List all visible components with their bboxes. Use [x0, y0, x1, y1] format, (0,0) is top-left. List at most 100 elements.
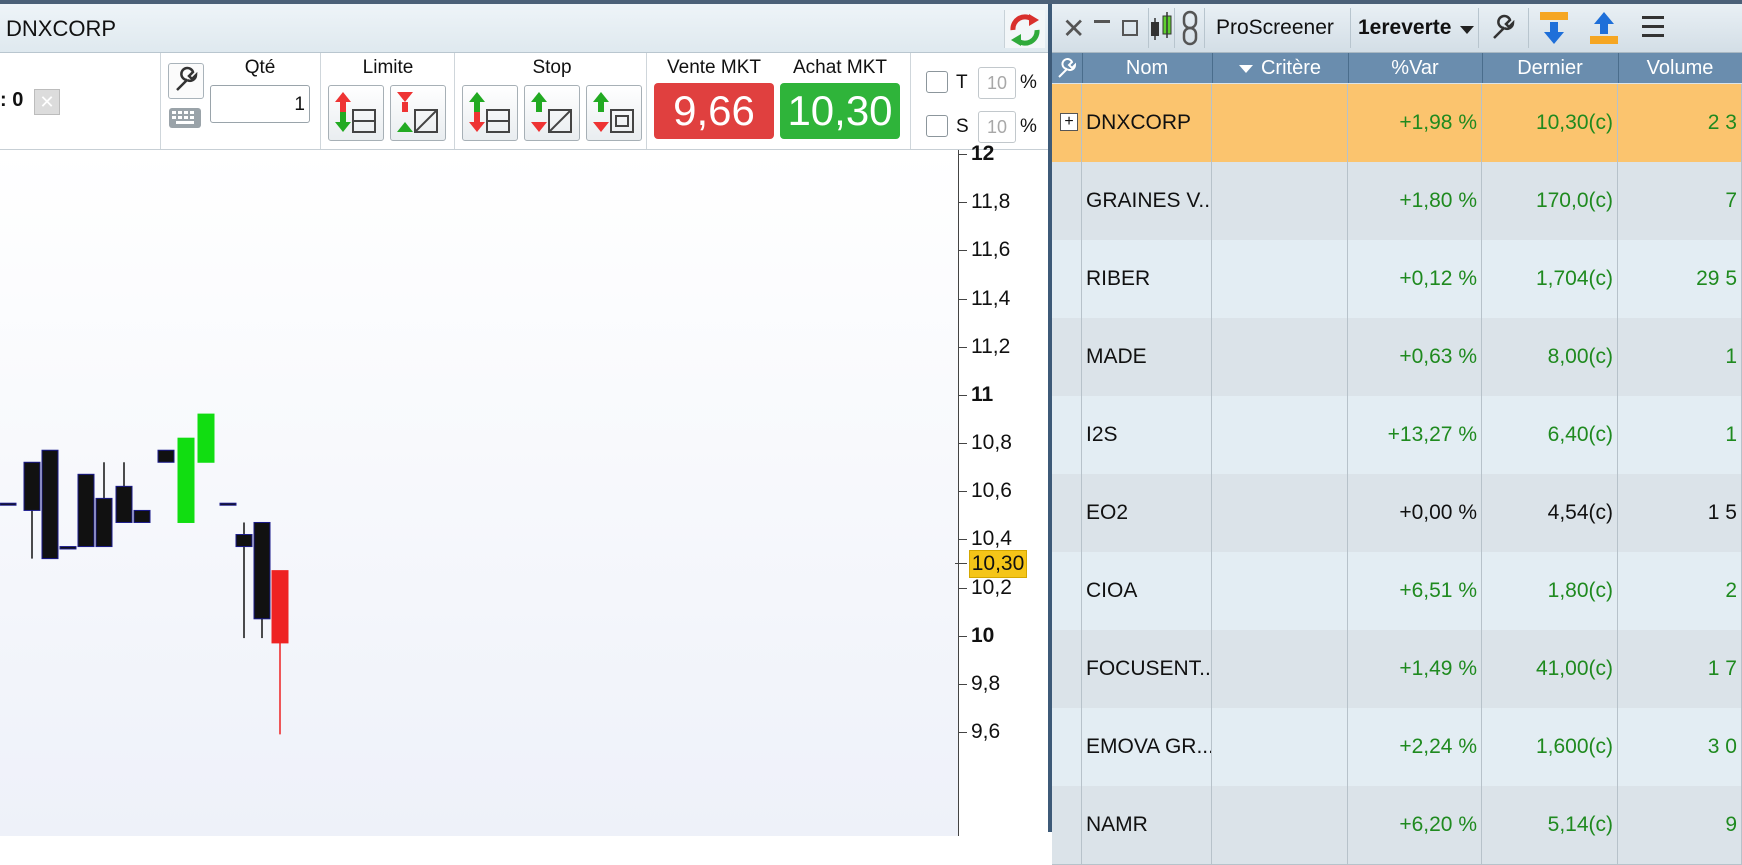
cell-critere — [1212, 552, 1348, 630]
limit-order-icon — [397, 92, 438, 133]
expand-icon[interactable]: + — [1060, 113, 1078, 131]
axis-tick-label: 11 — [971, 382, 994, 406]
col-header-nom[interactable]: Nom — [1082, 53, 1213, 83]
cell-var: +2,24 % — [1348, 708, 1482, 786]
col-header-volume[interactable]: Volume — [1618, 53, 1742, 83]
table-row[interactable]: CIOA +6,51 % 1,80(c) 2 — [1052, 552, 1742, 631]
col-header-critere[interactable]: Critère — [1212, 53, 1349, 83]
row-expand-cell[interactable]: + — [1052, 84, 1082, 162]
list-selector[interactable]: 1ereverte — [1352, 8, 1479, 48]
cell-name: CIOA — [1082, 552, 1212, 630]
wrench-icon — [1058, 58, 1077, 78]
table-row[interactable]: NAMR +6,20 % 5,14(c) 9 — [1052, 786, 1742, 865]
table-row[interactable]: + DNXCORP +1,98 % 10,30(c) 2 3 — [1052, 84, 1742, 163]
col-header-critere-label: Critère — [1260, 57, 1321, 79]
table-row[interactable]: FOCUSENT... +1,49 % 41,00(c) 1 7 — [1052, 630, 1742, 709]
stop-checkbox[interactable] — [926, 115, 948, 137]
candle-style-button[interactable] — [1148, 8, 1175, 48]
row-expand-cell — [1052, 240, 1082, 318]
candle-body — [23, 461, 41, 511]
maximize-icon[interactable] — [1122, 20, 1138, 36]
screener-panel: ✕ ProScreener 1ereverte Nom Critère %Var… — [1052, 4, 1742, 865]
row-expand-cell — [1052, 162, 1082, 240]
candle-body — [77, 473, 95, 548]
link-button[interactable] — [1176, 8, 1205, 48]
list-name: 1ereverte — [1358, 16, 1452, 39]
cell-volume: 2 — [1618, 552, 1742, 630]
candle — [253, 521, 271, 639]
column-settings-button[interactable] — [1052, 53, 1083, 83]
row-expand-cell — [1052, 786, 1082, 864]
window-controls: ✕ — [1052, 8, 1149, 48]
stop-order-button-2[interactable] — [524, 85, 580, 141]
buy-market-button[interactable]: 10,30 — [780, 83, 900, 139]
sell-market-button[interactable]: 9,66 — [654, 83, 774, 139]
stop-label: Stop — [532, 57, 572, 78]
table-row[interactable]: EMOVA GR... +2,24 % 1,600(c) 3 0 — [1052, 708, 1742, 787]
refresh-button[interactable] — [1004, 10, 1045, 48]
candlestick-chart — [0, 413, 289, 735]
price-chart[interactable] — [0, 150, 958, 836]
axis-tick — [959, 202, 967, 204]
cell-last: 41,00(c) — [1482, 630, 1618, 708]
qty-input[interactable]: 1 — [210, 85, 310, 123]
order-settings-button[interactable] — [168, 63, 204, 99]
t-label: T — [956, 72, 968, 93]
keyboard-button[interactable] — [168, 103, 202, 133]
last-price-tick — [955, 563, 967, 565]
cell-var: +6,51 % — [1348, 552, 1482, 630]
stop-order-button-1[interactable] — [462, 85, 518, 141]
table-row[interactable]: I2S +13,27 % 6,40(c) 1 — [1052, 396, 1742, 475]
buy-label: Achat MKT — [793, 57, 887, 78]
row-expand-cell — [1052, 552, 1082, 630]
proscreener-button[interactable]: ProScreener — [1206, 8, 1351, 48]
cell-last: 1,600(c) — [1482, 708, 1618, 786]
cell-name: MADE — [1082, 318, 1212, 396]
col-header-var[interactable]: %Var — [1348, 53, 1483, 83]
move-up-button[interactable] — [1580, 8, 1628, 48]
cell-last: 10,30(c) — [1482, 84, 1618, 162]
screener-toolbar: ✕ ProScreener 1ereverte — [1052, 4, 1742, 53]
minimize-icon[interactable] — [1094, 20, 1110, 23]
col-header-dernier[interactable]: Dernier — [1482, 53, 1619, 83]
cell-last: 8,00(c) — [1482, 318, 1618, 396]
cell-critere — [1212, 162, 1348, 240]
table-row[interactable]: MADE +0,63 % 8,00(c) 1 — [1052, 318, 1742, 397]
candle-body — [197, 413, 215, 463]
table-row[interactable]: GRAINES V... +1,80 % 170,0(c) 7 — [1052, 162, 1742, 241]
cell-critere — [1212, 786, 1348, 864]
close-position-icon[interactable]: ✕ — [34, 89, 60, 115]
table-row[interactable]: EO2 +0,00 % 4,54(c) 1 5 — [1052, 474, 1742, 553]
axis-tick — [959, 298, 967, 300]
cell-last: 4,54(c) — [1482, 474, 1618, 552]
cell-volume: 1 — [1618, 396, 1742, 474]
screener-settings-button[interactable] — [1480, 8, 1529, 48]
stop-order-icon — [593, 92, 634, 133]
t-percent-input[interactable]: 10 — [978, 67, 1016, 99]
move-down-button[interactable] — [1530, 8, 1578, 48]
sell-label: Vente MKT — [667, 57, 761, 78]
limit-label: Limite — [362, 57, 414, 78]
s-percent-sign: % — [1020, 116, 1037, 137]
axis-tick — [959, 491, 967, 493]
row-expand-cell — [1052, 318, 1082, 396]
close-icon[interactable]: ✕ — [1062, 12, 1085, 45]
candle — [0, 502, 17, 506]
candle-body — [157, 449, 175, 463]
stop-order-button-3[interactable] — [586, 85, 642, 141]
axis-tick-label: 12 — [971, 142, 995, 165]
trailing-checkbox[interactable] — [926, 71, 948, 93]
toolbar-divider — [160, 53, 161, 149]
candle-body — [253, 521, 271, 620]
candle — [157, 449, 175, 463]
table-row[interactable]: RIBER +0,12 % 1,704(c) 29 5 — [1052, 240, 1742, 319]
row-expand-cell — [1052, 708, 1082, 786]
axis-tick — [959, 154, 967, 155]
menu-button[interactable] — [1630, 8, 1678, 48]
limit-buy-button[interactable] — [328, 85, 384, 141]
cell-var: +1,80 % — [1348, 162, 1482, 240]
limit-sell-button[interactable] — [390, 85, 446, 141]
s-percent-input[interactable]: 10 — [978, 111, 1016, 143]
axis-tick-label: 10,8 — [971, 431, 1012, 454]
axis-tick-label: 10 — [971, 623, 995, 647]
